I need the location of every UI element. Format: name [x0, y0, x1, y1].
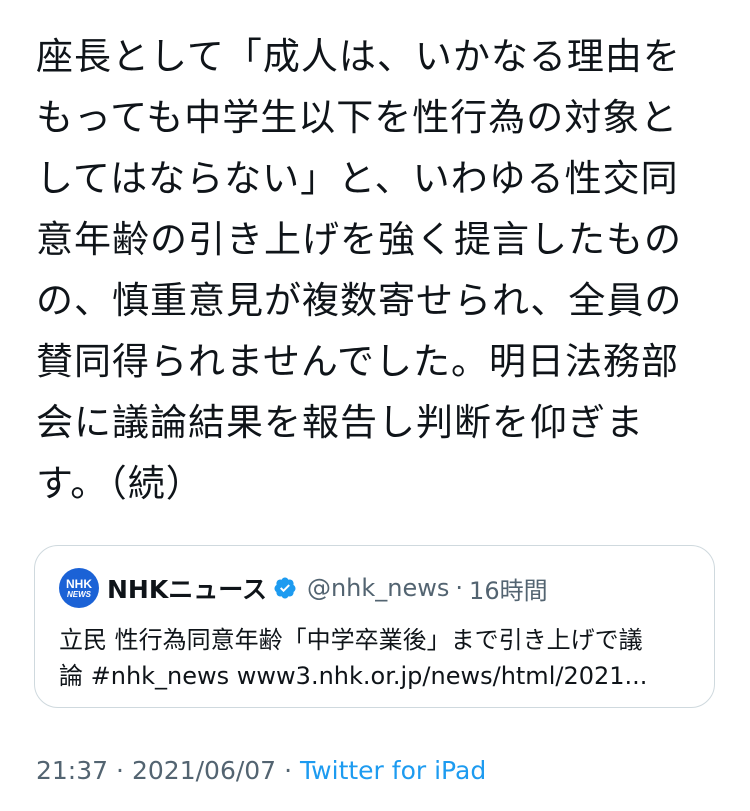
tweet-source-link[interactable]: Twitter for iPad — [300, 756, 486, 785]
avatar-text-bottom: NEWS — [67, 589, 91, 599]
avatar-text-top: NHK — [66, 576, 92, 591]
separator-dot: · — [116, 756, 124, 785]
tweet-text-line: す。（続） — [36, 462, 204, 505]
quoted-tweet-time[interactable]: 16時間 — [469, 571, 548, 606]
tweet-meta: 21:37 · 2021/06/07 · Twitter for iPad — [36, 756, 486, 785]
quoted-author-handle[interactable]: @nhk_news — [307, 574, 449, 602]
quoted-tweet-card[interactable]: NHK NEWS NHKニュース @nhk_news · 16時間 立民 性行為… — [34, 545, 715, 708]
tweet-text: 座長として「成人は、いかなる理由を もっても中学生以下を性行為の対象と してはな… — [36, 26, 726, 514]
avatar[interactable]: NHK NEWS — [59, 568, 99, 608]
separator-dot: · — [284, 756, 293, 785]
tweet-text-line: してはならない」と、いわゆる性交同 — [36, 157, 679, 200]
verified-badge-icon — [273, 576, 297, 600]
tweet-time[interactable]: 21:37 — [36, 756, 108, 785]
separator-dot: · — [455, 574, 464, 602]
quoted-tweet-text-line: 論 #nhk_news www3.nhk.or.jp/news/html/202… — [59, 662, 648, 690]
tweet-text-line: の、慎重意見が複数寄せられ、全員の — [36, 279, 683, 322]
tweet-text-line: 意年齢の引き上げを強く提言したもの — [36, 218, 682, 261]
tweet-text-line: 会に議論結果を報告し判断を仰ぎま — [36, 401, 644, 444]
quoted-author-name[interactable]: NHKニュース — [107, 570, 267, 606]
tweet-text-line: 座長として「成人は、いかなる理由を — [36, 35, 681, 78]
tweet-text-line: 賛同得られませんでした。明日法務部 — [36, 340, 680, 383]
quoted-tweet-header: NHK NEWS NHKニュース @nhk_news · 16時間 — [59, 568, 548, 608]
tweet-date[interactable]: 2021/06/07 — [132, 756, 276, 785]
quoted-tweet-text-line: 立民 性行為同意年齢「中学卒業後」まで引き上げで議 — [59, 626, 643, 654]
tweet-text-line: もっても中学生以下を性行為の対象と — [36, 96, 679, 139]
quoted-tweet-text: 立民 性行為同意年齢「中学卒業後」まで引き上げで議 論 #nhk_news ww… — [59, 622, 699, 694]
